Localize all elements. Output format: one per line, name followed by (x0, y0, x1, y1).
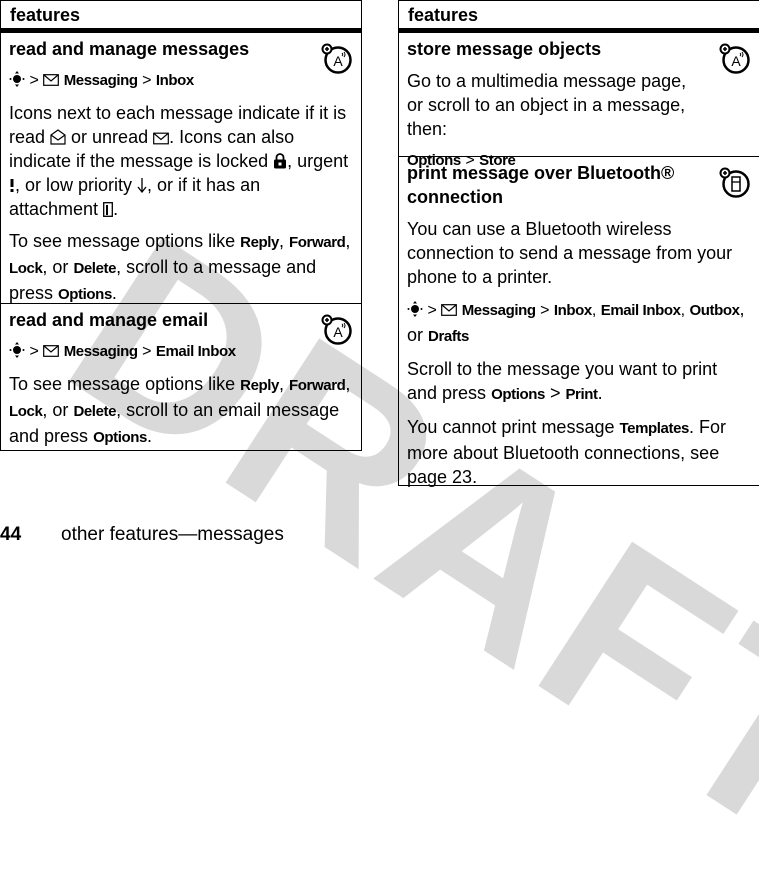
envelope-icon (43, 74, 60, 86)
option-delete: Delete (73, 403, 117, 420)
option-templates: Templates (619, 420, 689, 437)
text: , or (42, 257, 74, 277)
menu-drafts: Drafts (428, 328, 469, 345)
text: To see message options like (9, 231, 241, 251)
low-priority-icon (137, 178, 147, 193)
attachment-icon (103, 202, 114, 217)
text: , (591, 302, 601, 319)
option-options: Options (93, 429, 147, 446)
phone-feature-icon (719, 167, 750, 198)
text: , (345, 374, 351, 394)
text: , (279, 374, 290, 394)
network-feature-icon: A (719, 43, 750, 74)
menu-inbox: Inbox (155, 72, 194, 89)
menu-messaging: Messaging (461, 302, 536, 319)
store-description: Go to a multimedia message page, or scro… (407, 71, 687, 139)
option-delete: Delete (73, 260, 117, 277)
option-options: Options (491, 386, 545, 403)
nav-key-icon (9, 71, 25, 87)
option-forward: Forward (289, 377, 346, 394)
text: . (113, 199, 119, 219)
path-separator: > (142, 72, 152, 89)
read-message-icon (50, 129, 66, 145)
path-separator: > (544, 383, 566, 403)
unread-message-icon (153, 132, 169, 145)
print-instructions: Scroll to the message you want to print … (407, 357, 751, 407)
path-separator: > (427, 302, 437, 319)
bluetooth-description: You can use a Bluetooth wireless connect… (407, 219, 733, 287)
text: . (111, 283, 117, 303)
svg-text:A: A (333, 324, 343, 340)
feature-row-read-email: read and manage email A > Messaging > Em… (1, 304, 361, 450)
templates-note: You cannot print message Templates. For … (407, 415, 751, 489)
feature-row-store-objects: store message objects A Go to a multimed… (399, 33, 759, 169)
icons-description: Icons next to each message indicate if i… (9, 101, 353, 221)
text: , (279, 231, 290, 251)
feature-title: read and manage email (9, 310, 209, 330)
svg-text:A: A (731, 53, 741, 69)
nav-key-icon (9, 342, 25, 358)
options-description: To see message options like Reply, Forwa… (9, 229, 353, 307)
features-table-right: features store message objects A Go to a… (398, 0, 759, 489)
feature-title: store message objects (407, 39, 602, 59)
option-lock: Lock (9, 403, 43, 420)
menu-path: > Messaging > Email Inbox (9, 340, 353, 364)
menu-email-inbox: Email Inbox (600, 302, 681, 319)
svg-text:A: A (333, 53, 343, 69)
option-print: Print (565, 386, 598, 403)
email-options-description: To see message options like Reply, Forwa… (9, 372, 353, 450)
menu-messaging: Messaging (63, 343, 138, 360)
text: . (597, 383, 603, 403)
menu-messaging: Messaging (63, 72, 138, 89)
text: , or low priority (15, 175, 138, 195)
text: or unread (66, 127, 154, 147)
page-number: 44 (0, 524, 22, 545)
feature-title: read and manage messages (9, 39, 250, 59)
table-header: features (1, 1, 361, 33)
option-reply: Reply (240, 234, 279, 251)
table-header: features (399, 1, 759, 33)
envelope-icon (441, 304, 458, 316)
menu-path: > Messaging > Inbox, Email Inbox, Outbox… (407, 297, 751, 349)
text: To see message options like (9, 374, 241, 394)
nav-key-icon (407, 301, 423, 317)
path-separator: > (540, 302, 550, 319)
option-forward: Forward (289, 234, 346, 251)
features-table-left: features read and manage messages A > Me… (0, 0, 362, 451)
network-feature-icon: A (321, 43, 352, 74)
text: . (146, 426, 152, 446)
feature-title: print message over Bluetooth® connection (407, 163, 675, 207)
section-title: other features—messages (61, 524, 284, 545)
menu-path: > Messaging > Inbox (9, 69, 353, 93)
path-separator: > (142, 343, 152, 360)
path-separator: > (29, 72, 39, 89)
path-separator: > (29, 343, 39, 360)
text: , urgent (287, 151, 349, 171)
text: , (345, 231, 351, 251)
envelope-icon (43, 345, 60, 357)
feature-row-read-messages: read and manage messages A > Messaging >… (1, 33, 361, 304)
menu-outbox: Outbox (689, 302, 740, 319)
option-options: Options (58, 286, 112, 303)
option-lock: Lock (9, 260, 43, 277)
text: You cannot print message (407, 417, 620, 437)
menu-inbox: Inbox (553, 302, 592, 319)
option-reply: Reply (240, 377, 279, 394)
locked-icon (274, 153, 287, 169)
feature-row-print-bluetooth: print message over Bluetooth® connection… (399, 157, 759, 489)
menu-email-inbox: Email Inbox (155, 343, 236, 360)
text: , or (42, 400, 74, 420)
network-feature-icon: A (321, 314, 352, 345)
